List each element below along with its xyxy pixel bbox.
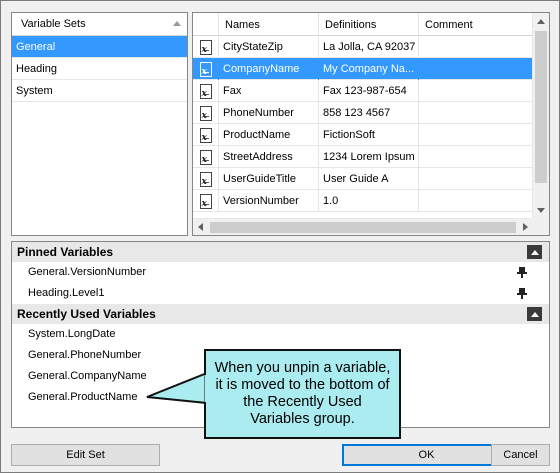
variable-x-icon — [199, 127, 212, 146]
variable-x-icon — [199, 171, 212, 190]
variable-comment[interactable] — [419, 80, 533, 102]
variable-comment[interactable] — [419, 36, 533, 58]
column-header-icon[interactable] — [193, 13, 219, 36]
variable-definition[interactable]: 1234 Lorem Ipsum — [319, 146, 419, 168]
variable-name: CityStateZip — [219, 36, 319, 58]
variable-definition[interactable]: Fax 123-987-654 — [319, 80, 419, 102]
set-item-general[interactable]: General — [12, 36, 187, 58]
variable-comment[interactable] — [419, 124, 533, 146]
edit-set-button[interactable]: Edit Set — [11, 444, 160, 466]
variable-sets-list: Variable Sets General Heading System — [11, 12, 188, 236]
scrollbar-thumb[interactable] — [210, 222, 516, 233]
variables-dialog: Variable Sets General Heading System Nam… — [0, 0, 560, 473]
variable-name: ProductName — [219, 124, 319, 146]
callout-box: When you unpin a variable, it is moved t… — [204, 349, 401, 439]
variable-x-icon — [199, 83, 212, 102]
table-row[interactable]: UserGuideTitle User Guide A — [193, 168, 533, 190]
grid-header: Names Definitions Comment — [193, 13, 549, 36]
cancel-button[interactable]: Cancel — [491, 444, 550, 466]
variable-name: UserGuideTitle — [219, 168, 319, 190]
variable-name: VersionNumber — [219, 190, 319, 212]
variable-x-icon — [199, 193, 212, 212]
variable-name: Fax — [219, 80, 319, 102]
variable-comment[interactable] — [419, 190, 533, 212]
variable-comment[interactable] — [419, 168, 533, 190]
grid-rows: CityStateZip La Jolla, CA 92037 CompanyN… — [193, 36, 533, 212]
scroll-up-arrow-icon[interactable] — [537, 19, 545, 24]
variable-definition[interactable]: La Jolla, CA 92037 — [319, 36, 419, 58]
horizontal-scrollbar[interactable] — [193, 218, 533, 235]
pinned-group-header: Pinned Variables — [12, 242, 549, 262]
table-row[interactable]: ProductName FictionSoft — [193, 124, 533, 146]
variable-name: PhoneNumber — [219, 102, 319, 124]
variable-comment[interactable] — [419, 58, 533, 80]
recent-group-header: Recently Used Variables — [12, 304, 549, 324]
variable-definition[interactable]: FictionSoft — [319, 124, 419, 146]
vertical-scrollbar[interactable] — [532, 13, 549, 219]
pinned-group-title: Pinned Variables — [17, 245, 114, 259]
variable-comment[interactable] — [419, 146, 533, 168]
column-header-names[interactable]: Names — [219, 13, 319, 36]
variable-sets-header[interactable]: Variable Sets — [12, 13, 187, 36]
table-row[interactable]: StreetAddress 1234 Lorem Ipsum — [193, 146, 533, 168]
set-item-heading[interactable]: Heading — [12, 58, 187, 80]
set-item-system[interactable]: System — [12, 80, 187, 102]
callout-text: When you unpin a variable, it is moved t… — [214, 360, 391, 427]
sort-asc-icon — [173, 21, 181, 26]
variable-definition[interactable]: 1.0 — [319, 190, 419, 212]
pinned-item-label: Heading.Level1 — [28, 287, 105, 299]
column-header-comment[interactable]: Comment — [419, 13, 534, 36]
table-row[interactable]: PhoneNumber 858 123 4567 — [193, 102, 533, 124]
scrollbar-corner — [532, 218, 549, 235]
table-row[interactable]: CityStateZip La Jolla, CA 92037 — [193, 36, 533, 58]
collapse-up-icon[interactable] — [527, 307, 542, 321]
pin-icon[interactable] — [517, 267, 527, 278]
variable-sets-header-label: Variable Sets — [21, 18, 86, 30]
variable-definition[interactable]: 858 123 4567 — [319, 102, 419, 124]
pinned-item-label: General.VersionNumber — [28, 266, 147, 278]
variable-x-icon — [199, 105, 212, 124]
variable-x-icon — [199, 39, 212, 58]
scrollbar-thumb[interactable] — [535, 31, 547, 183]
collapse-up-icon[interactable] — [527, 245, 542, 259]
variable-definition[interactable]: User Guide A — [319, 168, 419, 190]
variables-grid: Names Definitions Comment CityStateZip L… — [192, 12, 550, 236]
variable-definition[interactable]: My Company Na... — [319, 58, 419, 80]
pin-icon[interactable] — [517, 288, 527, 299]
variable-x-icon — [199, 61, 212, 80]
scroll-down-arrow-icon[interactable] — [537, 208, 545, 213]
ok-button[interactable]: OK — [342, 444, 511, 466]
variable-x-icon — [199, 149, 212, 168]
recent-item[interactable]: System.LongDate — [12, 324, 549, 345]
pinned-item[interactable]: General.VersionNumber — [12, 262, 549, 283]
scroll-left-arrow-icon[interactable] — [198, 223, 203, 231]
pinned-item[interactable]: Heading.Level1 — [12, 283, 549, 304]
scroll-right-arrow-icon[interactable] — [523, 223, 528, 231]
table-row[interactable]: CompanyName My Company Na... — [193, 58, 533, 80]
table-row[interactable]: VersionNumber 1.0 — [193, 190, 533, 212]
recent-group-title: Recently Used Variables — [17, 307, 156, 321]
variable-comment[interactable] — [419, 102, 533, 124]
variable-name: CompanyName — [219, 58, 319, 80]
table-row[interactable]: Fax Fax 123-987-654 — [193, 80, 533, 102]
column-header-definitions[interactable]: Definitions — [319, 13, 419, 36]
variable-name: StreetAddress — [219, 146, 319, 168]
